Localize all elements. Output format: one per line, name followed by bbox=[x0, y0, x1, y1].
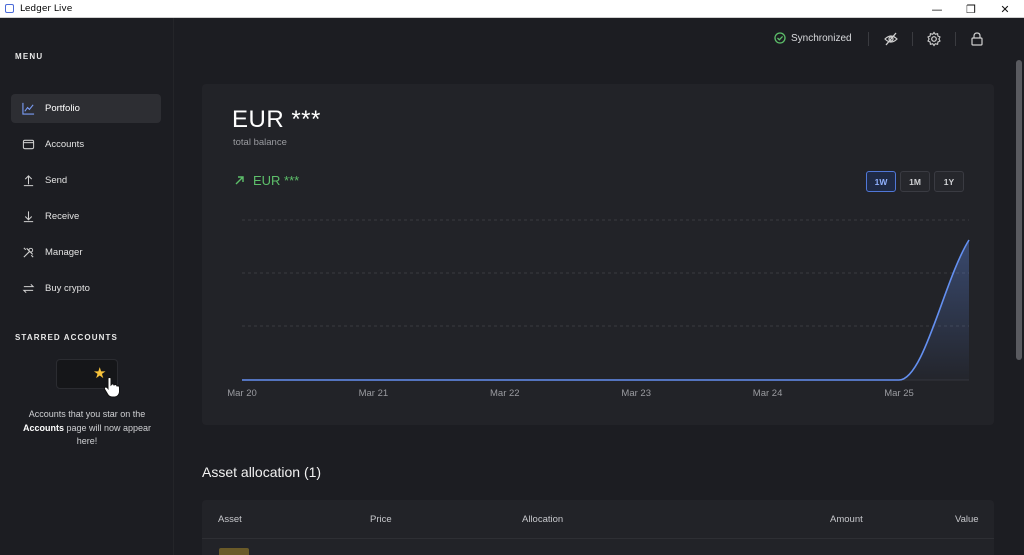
menu-title: MENU bbox=[15, 52, 44, 61]
chart-x-tick-label: Mar 20 bbox=[227, 388, 257, 399]
column-header-price[interactable]: Price bbox=[370, 514, 392, 525]
starred-accounts-hint: Accounts that you star on the Accounts p… bbox=[12, 408, 162, 449]
balance-change: EUR *** bbox=[234, 173, 299, 188]
sidebar-item-label: Portfolio bbox=[45, 103, 80, 114]
window-title: Ledger Live bbox=[20, 3, 73, 14]
chart-line-icon bbox=[11, 102, 45, 115]
total-balance-value: EUR *** bbox=[232, 106, 321, 133]
sidebar-item-label: Receive bbox=[45, 211, 80, 222]
topbar-divider bbox=[955, 32, 956, 46]
minimize-button[interactable]: — bbox=[920, 0, 954, 18]
topbar-divider bbox=[868, 32, 869, 46]
sidebar-item-portfolio[interactable]: Portfolio bbox=[11, 94, 161, 123]
arrow-up-icon bbox=[11, 174, 45, 187]
sync-status[interactable]: Synchronized bbox=[774, 32, 852, 44]
portfolio-chart: Mar 20 Mar 21 Mar 22 Mar 23 Mar 24 Mar 25 bbox=[227, 219, 970, 399]
check-circle-icon bbox=[774, 32, 786, 44]
balance-change-value: EUR *** bbox=[253, 173, 300, 188]
sidebar-divider bbox=[173, 18, 174, 555]
sidebar-item-send[interactable]: Send bbox=[11, 166, 161, 195]
topbar-divider bbox=[912, 32, 913, 46]
sidebar-item-label: Accounts bbox=[45, 139, 85, 150]
gear-icon[interactable] bbox=[926, 31, 942, 47]
sidebar-item-receive[interactable]: Receive bbox=[11, 202, 161, 231]
sidebar-item-label: Manager bbox=[45, 247, 83, 258]
pointer-hand-icon bbox=[103, 377, 120, 398]
range-1w-button[interactable]: 1W bbox=[866, 171, 896, 192]
table-header-divider bbox=[202, 538, 994, 539]
sidebar-item-buy-crypto[interactable]: Buy crypto bbox=[11, 274, 161, 303]
starred-hint-accounts-word: Accounts bbox=[22, 422, 64, 433]
column-header-allocation[interactable]: Allocation bbox=[522, 514, 563, 525]
asset-row-icon bbox=[219, 548, 249, 555]
lock-icon[interactable] bbox=[969, 31, 985, 47]
sidebar-item-manager[interactable]: Manager bbox=[11, 238, 161, 267]
column-header-amount[interactable]: Amount bbox=[830, 514, 863, 525]
tools-icon bbox=[11, 246, 45, 259]
main-scrollbar[interactable] bbox=[1016, 60, 1022, 360]
sidebar-item-accounts[interactable]: Accounts bbox=[11, 130, 161, 159]
asset-allocation-title: Asset allocation (1) bbox=[202, 464, 322, 480]
arrow-down-icon bbox=[11, 210, 45, 223]
arrow-up-right-icon bbox=[235, 176, 244, 185]
chart-x-tick-label: Mar 22 bbox=[490, 388, 520, 399]
sidebar-item-label: Send bbox=[45, 175, 68, 186]
close-button[interactable]: ✕ bbox=[988, 0, 1022, 18]
eye-slash-icon[interactable] bbox=[883, 31, 899, 47]
starred-hint-line-1: Accounts that you star on the bbox=[28, 409, 146, 419]
chart-grid bbox=[242, 219, 969, 381]
starred-accounts-title: STARRED ACCOUNTS bbox=[15, 333, 118, 342]
chart-x-ticks: Mar 20 Mar 21 Mar 22 Mar 23 Mar 24 Mar 25 bbox=[227, 388, 914, 399]
wallet-icon bbox=[11, 138, 45, 151]
range-1m-button[interactable]: 1M bbox=[900, 171, 930, 192]
title-bar: Ledger Live bbox=[0, 0, 1024, 18]
column-header-value[interactable]: Value bbox=[955, 514, 979, 525]
swap-icon bbox=[11, 282, 45, 295]
chart-line bbox=[242, 239, 970, 381]
chart-x-tick-label: Mar 24 bbox=[753, 388, 783, 399]
total-balance-label: total balance bbox=[233, 137, 287, 148]
sync-status-label: Synchronized bbox=[791, 32, 852, 44]
chart-x-tick-label: Mar 23 bbox=[621, 388, 651, 399]
chart-x-tick-label: Mar 25 bbox=[884, 388, 914, 399]
sidebar-item-label: Buy crypto bbox=[45, 283, 90, 294]
starred-hint-line-2: page will now appear here! bbox=[66, 422, 152, 447]
asset-table bbox=[202, 500, 994, 555]
restore-button[interactable]: ❐ bbox=[954, 0, 988, 18]
ledger-app-icon bbox=[5, 4, 14, 13]
column-header-asset[interactable]: Asset bbox=[218, 514, 242, 525]
chart-x-tick-label: Mar 21 bbox=[359, 388, 389, 399]
range-1y-button[interactable]: 1Y bbox=[934, 171, 964, 192]
